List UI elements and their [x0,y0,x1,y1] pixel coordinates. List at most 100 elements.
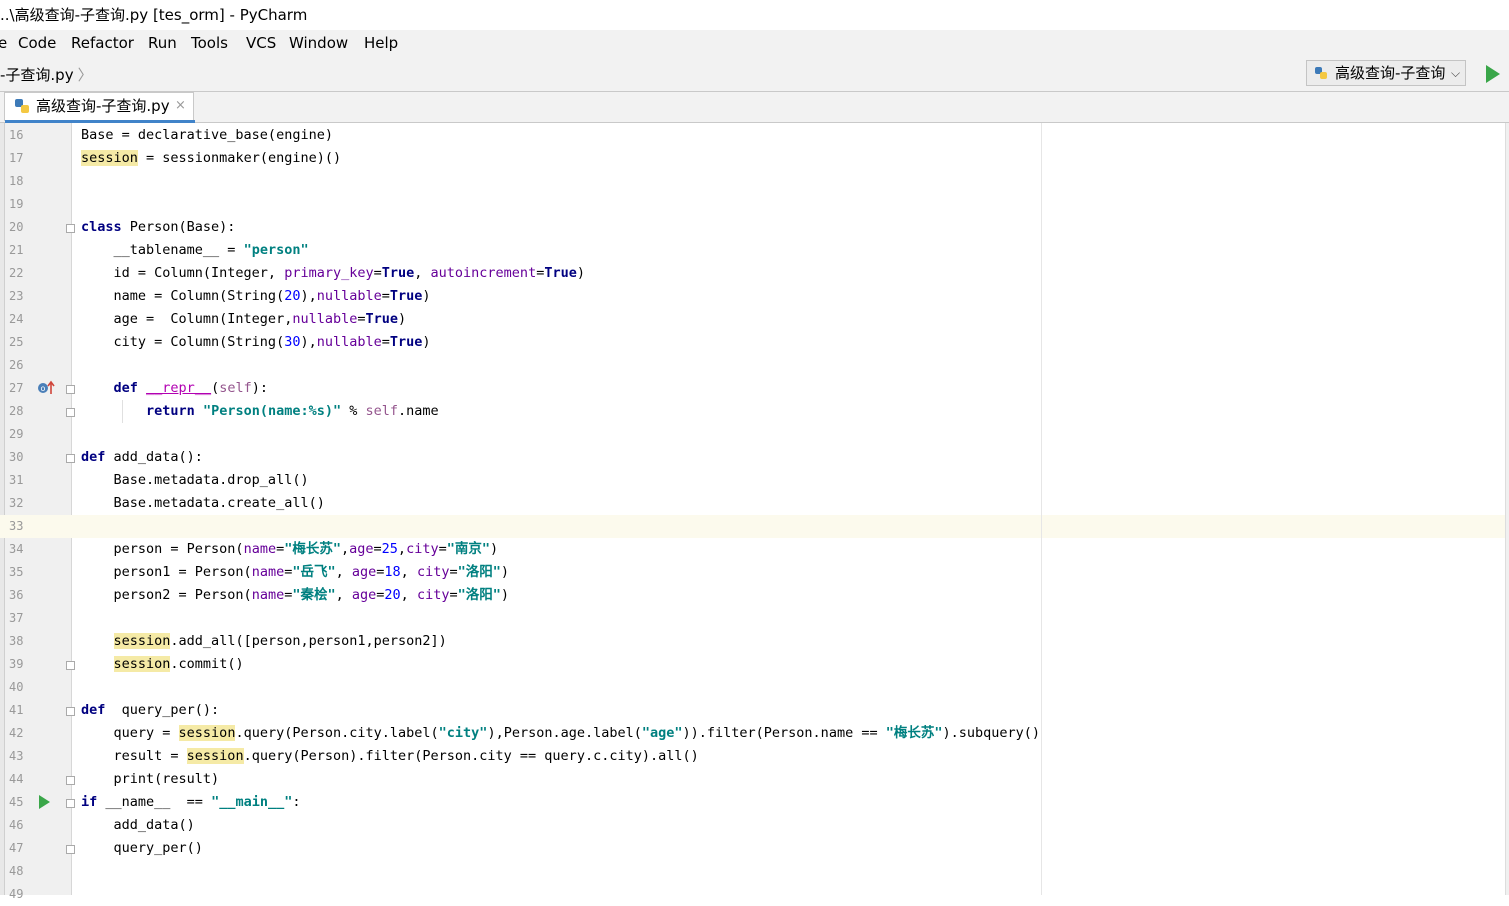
line-number: 20 [9,220,24,234]
window-title: ..\高级查询-子查询.py [tes_orm] - PyCharm [0,6,308,24]
line-number: 46 [9,818,24,832]
code-line[interactable]: def query_per(): [81,699,219,722]
fold-marker[interactable] [66,661,75,670]
line-number: 17 [9,151,24,165]
window-title-bar: ..\高级查询-子查询.py [tes_orm] - PyCharm [0,0,1509,30]
menu-help[interactable]: Help [364,30,398,56]
svg-text:o: o [41,384,46,393]
line-number: 41 [9,703,24,717]
line-number: 25 [9,335,24,349]
fold-marker[interactable] [66,707,75,716]
line-number: 40 [9,680,24,694]
editor-tab-bar: 高级查询-子查询.py × [0,92,1509,123]
code-editor[interactable]: 16 17 18 19 20 21 22 23 24 25 26 27 28 29 30 31 32 33 34 35… [0,123,1509,901]
code-line[interactable]: city = Column(String(30),nullable=True) [81,331,431,354]
breadcrumb[interactable]: -子查询.py 〉 [0,64,93,85]
fold-marker[interactable] [66,845,75,854]
fold-marker[interactable] [66,454,75,463]
code-line[interactable]: Base.metadata.drop_all() [81,469,309,492]
line-number: 45 [9,795,24,809]
code-line[interactable]: def add_data(): [81,446,203,469]
code-line[interactable]: query_per() [81,837,203,860]
code-line[interactable]: id = Column(Integer, primary_key=True, a… [81,262,586,285]
line-number: 34 [9,542,24,556]
fold-marker[interactable] [66,224,75,233]
line-number: 43 [9,749,24,763]
chevron-right-icon: 〉 [77,66,93,84]
code-line[interactable]: if __name__ == "__main__": [81,791,300,814]
code-line[interactable]: result = session.query(Person).filter(Pe… [81,745,699,768]
code-line[interactable]: session.commit() [81,653,244,676]
line-number: 38 [9,634,24,648]
code-line[interactable]: session.add_all([person,person1,person2]… [81,630,447,653]
line-number: 22 [9,266,24,280]
override-method-icon[interactable]: o [37,380,57,396]
line-number: 28 [9,404,24,418]
line-number: 33 [9,519,24,533]
navigation-bar: -子查询.py 〉 高级查询-子查询 ⌵ [0,56,1509,92]
error-stripe [1505,123,1509,895]
tool-window-strip [0,123,5,895]
code-line[interactable]: session = sessionmaker(engine)() [81,147,341,170]
code-line[interactable]: print(result) [81,768,220,791]
line-number: 32 [9,496,24,510]
breadcrumb-file[interactable]: -子查询.py [0,66,74,84]
line-number: 39 [9,657,24,671]
line-number: 48 [9,864,24,878]
line-number: 42 [9,726,24,740]
tab-label: 高级查询-子查询.py [36,97,170,115]
code-line[interactable]: person2 = Person(name="秦桧", age=20, city… [81,584,510,607]
line-number: 36 [9,588,24,602]
fold-marker[interactable] [66,385,75,394]
line-number: 21 [9,243,24,257]
code-line[interactable]: Base.metadata.create_all() [81,492,325,515]
line-number: 31 [9,473,24,487]
fold-marker[interactable] [66,776,75,785]
run-icon[interactable] [1486,65,1500,83]
code-line[interactable]: name = Column(String(20),nullable=True) [81,285,431,308]
code-line[interactable]: Base = declarative_base(engine) [81,124,333,147]
close-icon[interactable]: × [175,93,186,119]
right-margin-guide [1041,123,1042,895]
menu-window[interactable]: Window [289,30,348,56]
fold-marker[interactable] [66,408,75,417]
code-line[interactable]: add_data() [81,814,195,837]
code-line[interactable]: class Person(Base): [81,216,235,239]
menu-edit[interactable]: e [0,30,7,56]
run-configuration-label: 高级查询-子查询 [1335,64,1446,82]
line-number: 27 [9,381,24,395]
menu-run[interactable]: Run [148,30,177,56]
python-icon [1315,67,1327,79]
menu-refactor[interactable]: Refactor [71,30,134,56]
line-number: 29 [9,427,24,441]
line-number: 24 [9,312,24,326]
current-line-highlight [0,515,1509,538]
code-line[interactable]: __tablename__ = "person" [81,239,309,262]
code-line[interactable]: query = session.query(Person.city.label(… [81,722,1040,745]
code-line[interactable]: return "Person(name:%s)" % self.name [81,400,439,423]
line-number: 18 [9,174,24,188]
line-number: 26 [9,358,24,372]
fold-marker[interactable] [66,799,75,808]
menu-vcs[interactable]: VCS [246,30,276,56]
line-number: 16 [9,128,24,142]
line-number: 47 [9,841,24,855]
line-number: 19 [9,197,24,211]
menu-tools[interactable]: Tools [191,30,228,56]
run-configuration-select[interactable]: 高级查询-子查询 ⌵ [1306,60,1466,86]
chevron-down-icon: ⌵ [1451,66,1461,80]
line-number: 37 [9,611,24,625]
menu-code[interactable]: Code [18,30,56,56]
code-line[interactable]: person = Person(name="梅长苏",age=25,city="… [81,538,499,561]
code-line[interactable]: age = Column(Integer,nullable=True) [81,308,407,331]
run-gutter-icon[interactable] [37,794,51,810]
line-number: 23 [9,289,24,303]
tab-file[interactable]: 高级查询-子查询.py × [4,92,195,123]
python-file-icon [15,99,29,113]
line-number: 44 [9,772,24,786]
line-number: 30 [9,450,24,464]
menu-bar: e Code Refactor Run Tools VCS Window Hel… [0,30,1509,56]
code-line[interactable]: person1 = Person(name="岳飞", age=18, city… [81,561,510,584]
code-line[interactable]: def __repr__(self): [81,377,268,400]
line-number: 35 [9,565,24,579]
